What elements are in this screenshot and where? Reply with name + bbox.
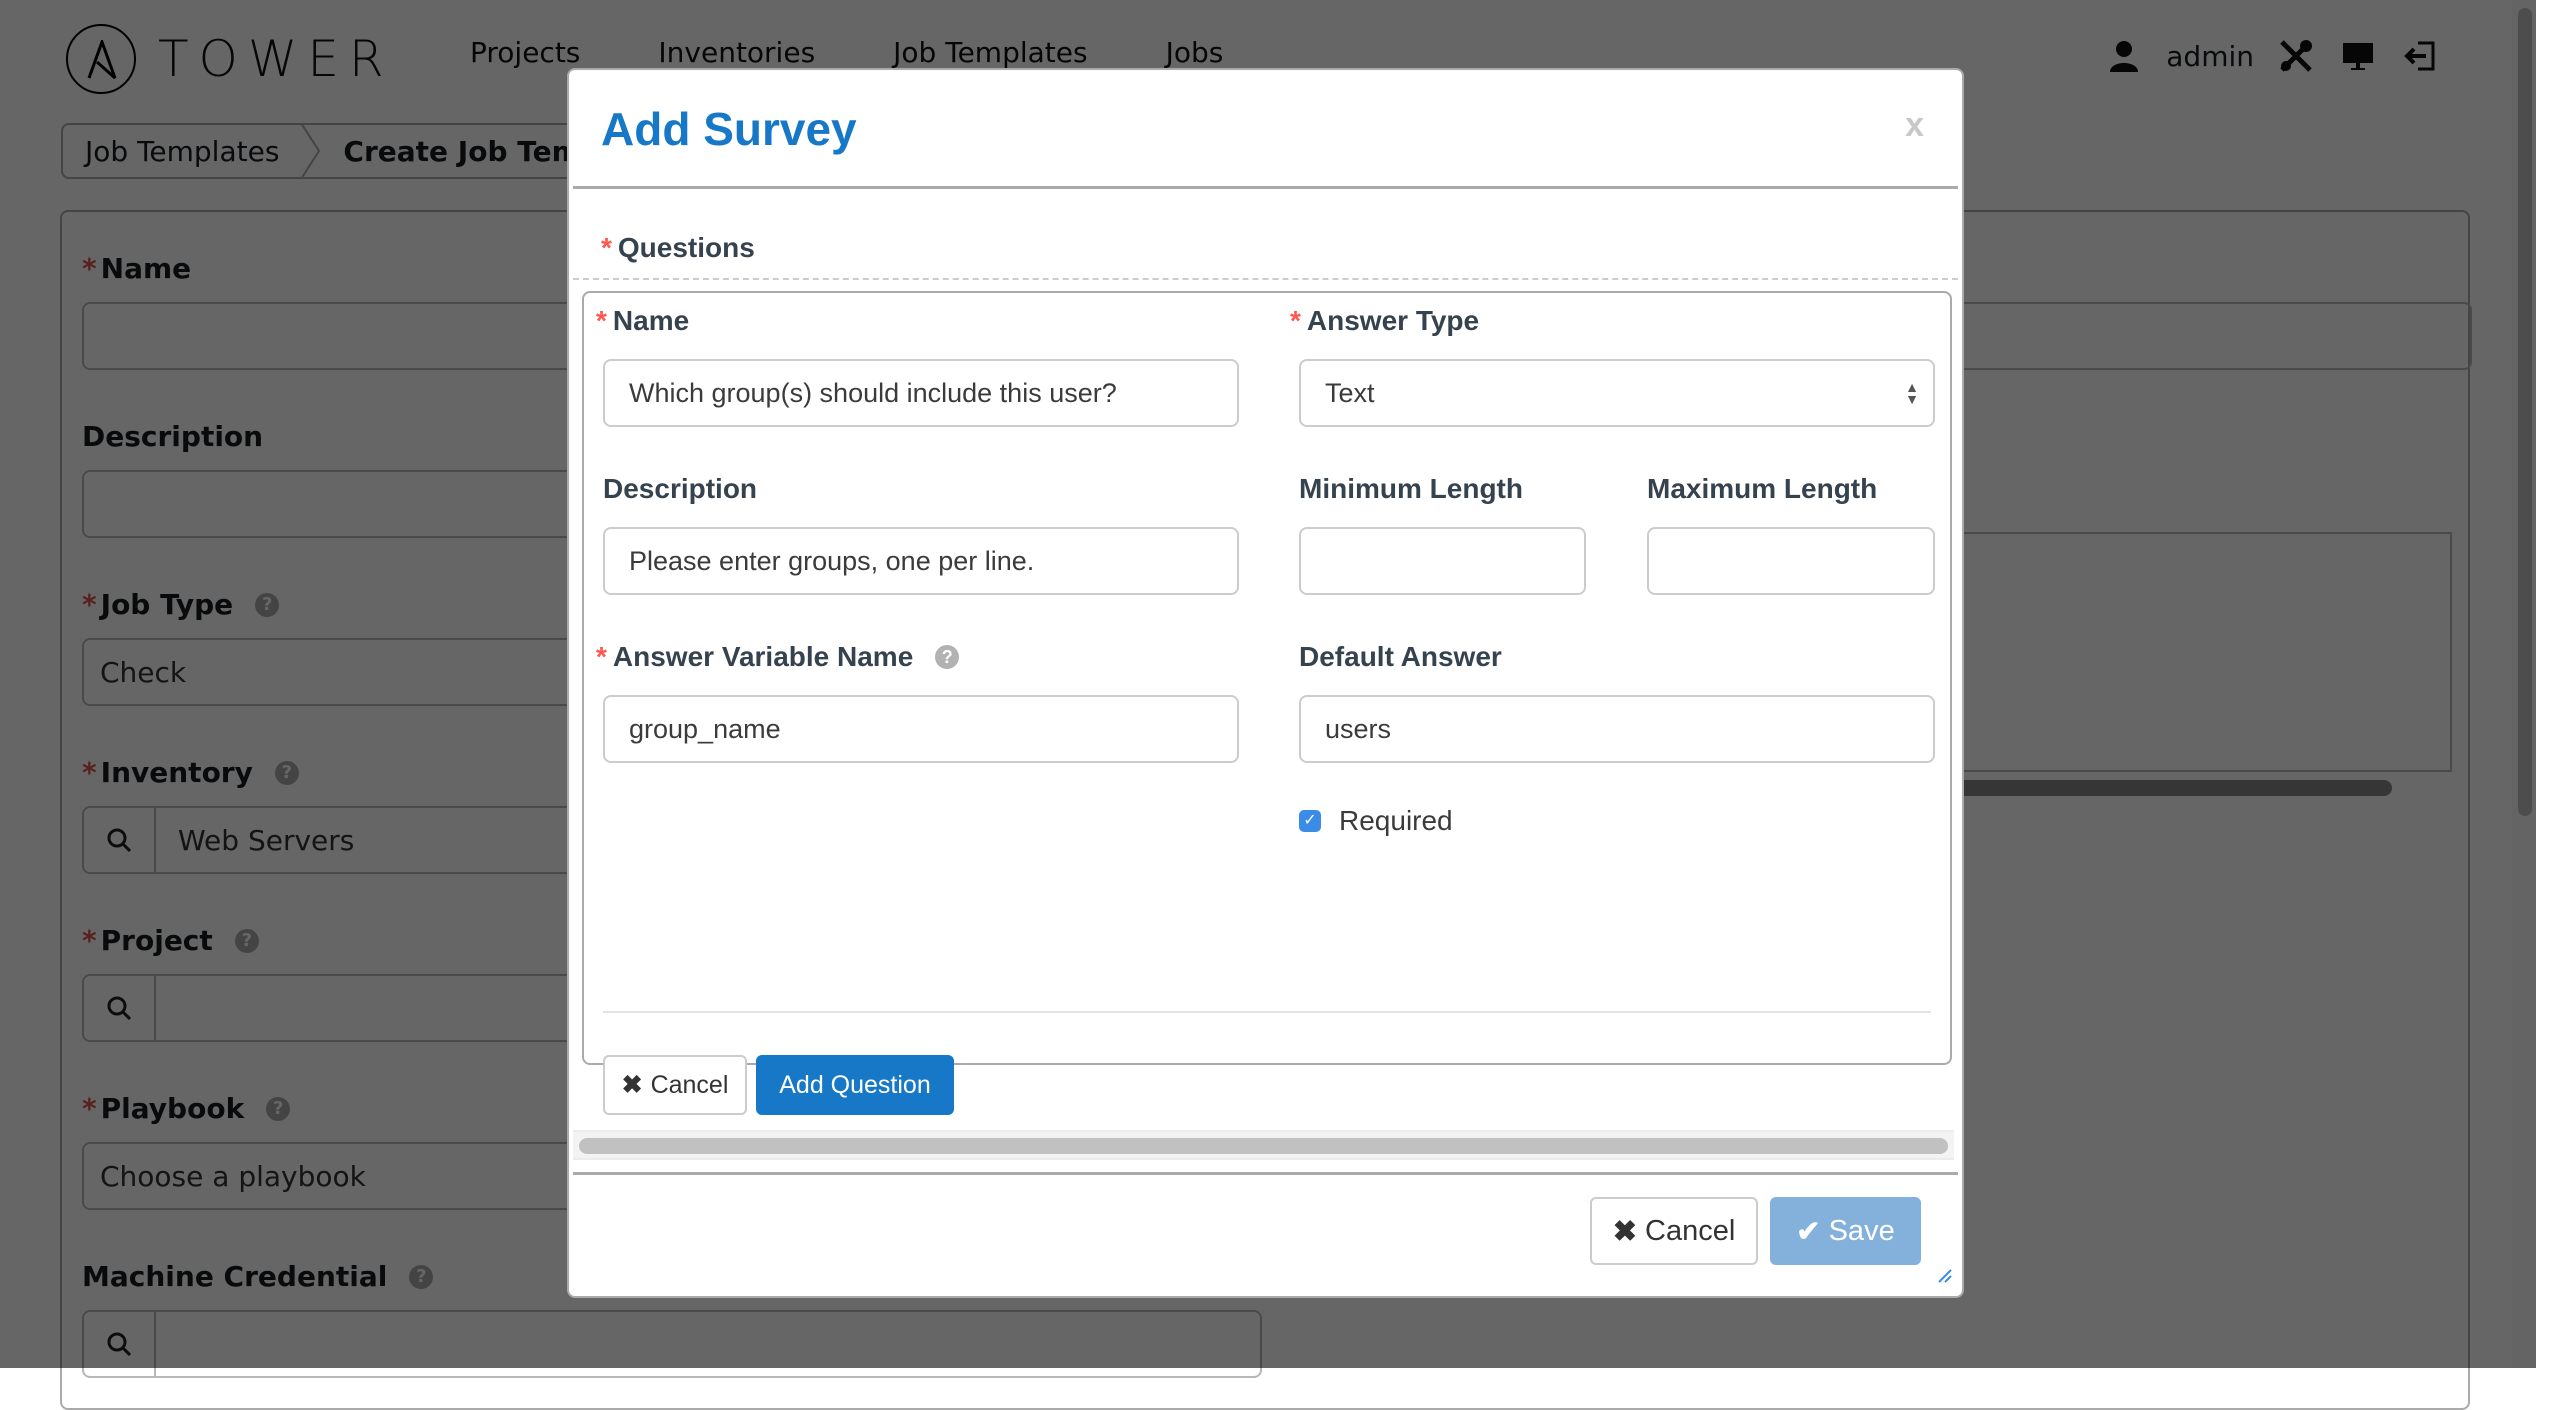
modal-title: Add Survey [601, 103, 857, 155]
select-arrows-icon: ▲ ▼ [1905, 379, 1919, 407]
questions-label: * Questions [601, 232, 755, 263]
max-length-input[interactable] [1647, 527, 1935, 595]
question-description-input[interactable]: Please enter groups, one per line. [603, 527, 1239, 595]
question-description-label: Description [603, 473, 758, 504]
answer-type-label: * Answer Type [1290, 305, 1480, 336]
close-icon: ✖ [1612, 1215, 1638, 1248]
cancel-question-button[interactable]: ✖ Cancel [603, 1055, 747, 1115]
question-name-label: * Name [596, 305, 690, 336]
add-survey-modal: Add Survey x * Questions * Name Which grou… [567, 68, 1964, 1298]
resize-handle-icon[interactable] [1936, 1267, 1952, 1288]
modal-horizontal-scrollbar[interactable] [573, 1130, 1954, 1160]
close-icon[interactable]: x [1905, 106, 1924, 145]
default-answer-input[interactable]: users [1299, 695, 1935, 763]
answer-type-select[interactable]: Text ▲ ▼ [1299, 359, 1935, 427]
required-checkbox[interactable]: ✓ Required [1299, 805, 1453, 837]
question-divider [603, 1011, 1931, 1013]
answer-variable-label: * Answer Variable Name? [596, 641, 960, 673]
modal-cancel-button[interactable]: ✖ Cancel [1590, 1197, 1758, 1265]
check-icon: ✔ [1796, 1215, 1821, 1248]
answer-variable-input[interactable]: group_name [603, 695, 1239, 763]
default-answer-label: Default Answer [1299, 641, 1502, 672]
add-question-button[interactable]: Add Question [756, 1055, 954, 1115]
footer-divider [573, 1172, 1958, 1175]
min-length-label: Minimum Length [1299, 473, 1523, 504]
question-name-input[interactable]: Which group(s) should include this user? [603, 359, 1239, 427]
section-divider [573, 278, 1958, 280]
header-divider [573, 186, 1958, 189]
close-icon: ✖ [621, 1071, 643, 1099]
save-button[interactable]: ✔ Save [1770, 1197, 1921, 1265]
answer-type-value: Text [1325, 377, 1375, 408]
checkbox-checked-icon[interactable]: ✓ [1299, 810, 1321, 832]
question-editor: * Name Which group(s) should include this… [582, 291, 1952, 1115]
required-label: Required [1339, 805, 1453, 836]
help-icon[interactable]: ? [935, 645, 960, 669]
min-length-input[interactable] [1299, 527, 1586, 595]
max-length-label: Maximum Length [1647, 473, 1878, 504]
